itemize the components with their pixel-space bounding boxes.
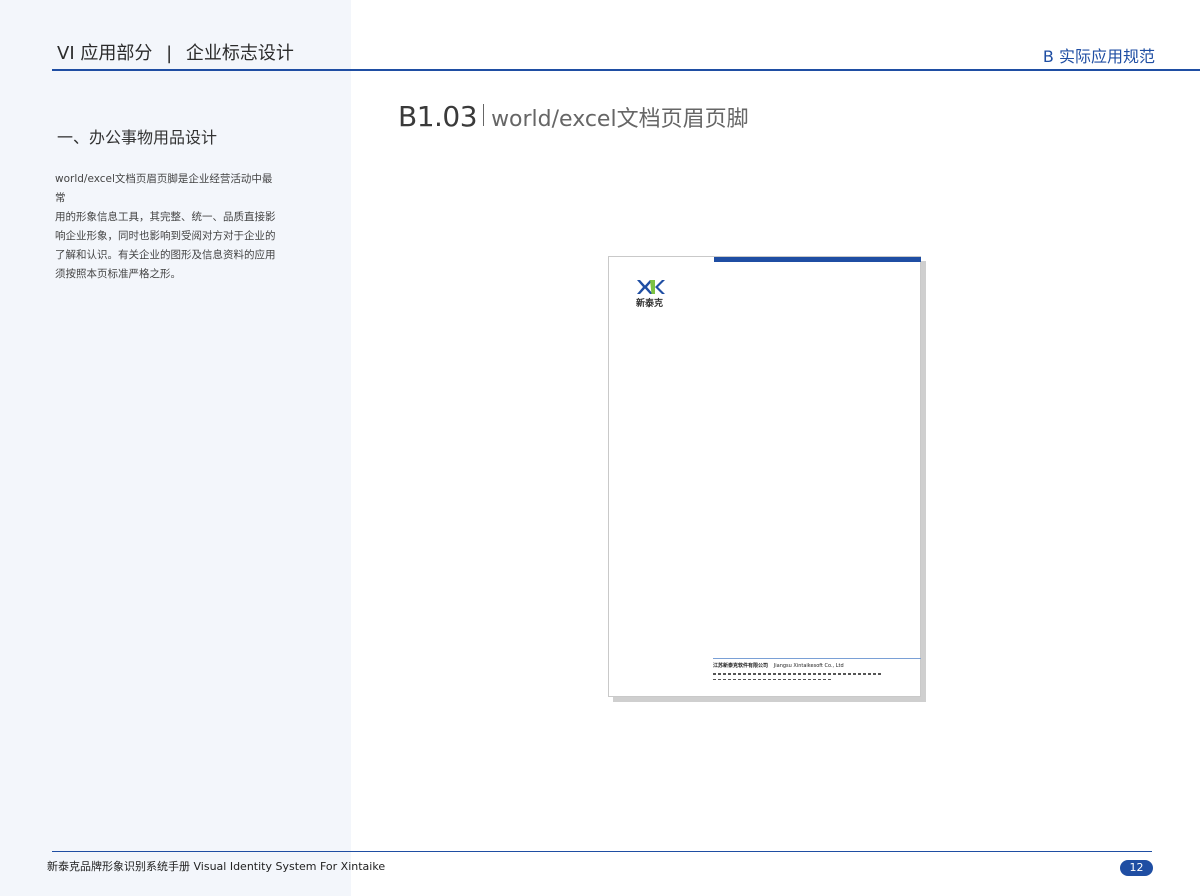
footer-text: 新泰克品牌形象识别系统手册 Visual Identity System For… <box>47 860 386 873</box>
letterhead-top-bar <box>714 257 921 262</box>
address-line <box>713 673 883 675</box>
header-separator: | <box>166 43 173 64</box>
section-description: world/excel文档页眉页脚是企业经营活动中最常 用的形象信息工具，其完整… <box>55 173 276 280</box>
page-heading: B1.03 world/excel文档页眉页脚 <box>398 100 749 133</box>
header-right-label: B 实际应用规范 <box>1042 47 1155 66</box>
contact-line <box>713 678 833 680</box>
company-logo: 新泰克 <box>636 279 676 309</box>
letterhead-mockup: 新泰克 江苏新泰克软件有限公司 Jiangsu Xintaikesoft Co.… <box>608 256 921 697</box>
page-code: B1.03 <box>398 100 478 133</box>
page-number-badge: 12 <box>1120 860 1153 876</box>
logo-wordmark: 新泰克 <box>636 299 664 309</box>
header-section: VI 应用部分 <box>57 43 153 64</box>
letterhead-footer-rule <box>713 658 921 659</box>
header-divider <box>52 69 1200 71</box>
page-title: world/excel文档页眉页脚 <box>491 107 749 132</box>
company-name-cn: 江苏新泰克软件有限公司 <box>713 663 769 669</box>
company-name-en: Jiangsu Xintaikesoft Co., Ltd <box>773 663 844 669</box>
header-subsection: 企业标志设计 <box>185 43 294 64</box>
section-title: 一、办公事物用品设计 <box>57 128 218 147</box>
heading-divider <box>483 104 485 126</box>
letterhead-footer: 江苏新泰克软件有限公司 Jiangsu Xintaikesoft Co., Lt… <box>713 662 921 680</box>
xtk-logo-icon <box>637 280 665 294</box>
header-breadcrumb: VI 应用部分 | 企业标志设计 <box>57 39 294 65</box>
letterhead-company: 江苏新泰克软件有限公司 Jiangsu Xintaikesoft Co., Lt… <box>713 662 921 669</box>
footer-divider <box>52 851 1152 852</box>
